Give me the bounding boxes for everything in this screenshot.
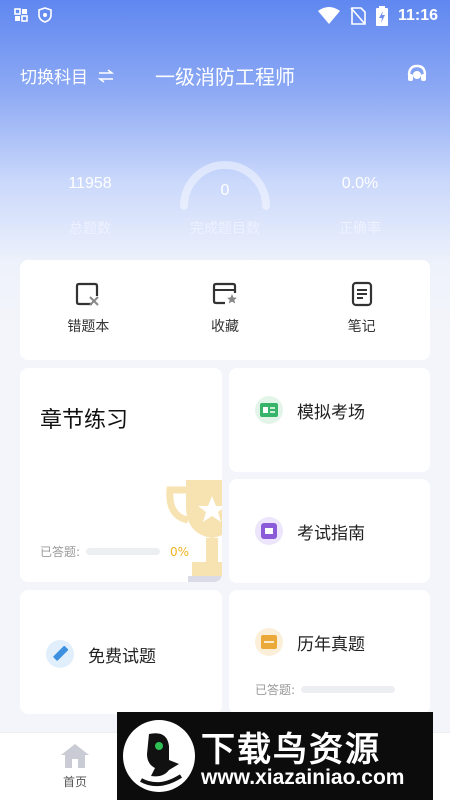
pencil-icon: [46, 640, 74, 668]
mock-exam-icon: [255, 396, 283, 424]
notes-label: 笔记: [347, 319, 376, 335]
total-questions-value: 11958: [68, 175, 112, 192]
mock-exam-card[interactable]: 模拟考场: [229, 368, 430, 472]
mock-exam-label: 模拟考场: [297, 402, 365, 423]
past-exams-progress-bar: [301, 686, 396, 693]
free-questions-label: 免费试题: [88, 646, 156, 667]
past-exams-progress: 已答题:: [255, 681, 396, 698]
no-sim-icon: [350, 7, 366, 25]
exam-guide-card[interactable]: 考试指南: [229, 479, 430, 583]
headset-icon: [407, 64, 427, 81]
free-questions-card[interactable]: 免费试题: [20, 590, 222, 714]
notes-button[interactable]: 笔记: [293, 260, 430, 360]
past-exams-label: 历年真题: [297, 634, 365, 655]
stats-panel: 11958 总题数 0 完成题目数 0.0% 正确率: [0, 140, 450, 240]
trophy-icon: [166, 480, 222, 582]
top-bar: 切换科目 一级消防工程师: [0, 58, 450, 94]
accuracy-label: 正确率: [339, 221, 381, 237]
chapter-progress-percent: 0%: [170, 544, 190, 559]
watermark-title: 下载鸟资源: [201, 730, 381, 770]
accuracy-value: 0.0%: [341, 175, 379, 192]
watermark-url: www.xiazainiao.com: [201, 766, 405, 789]
completed-questions-value: 0: [220, 182, 230, 199]
wrong-book-button[interactable]: 错题本: [20, 260, 157, 360]
wrong-book-label: 错题本: [67, 319, 110, 335]
page-title: 一级消防工程师: [155, 65, 295, 89]
status-bar: 11:16: [0, 0, 450, 32]
past-exams-answered-label: 已答题:: [255, 683, 296, 697]
nav-home-label: 首页: [62, 775, 87, 789]
chapter-progress: 已答题: 0%: [40, 543, 189, 560]
exam-guide-label: 考试指南: [297, 523, 365, 544]
wrong-book-icon: [76, 282, 100, 306]
completed-questions-label: 完成题目数: [190, 221, 260, 237]
chapter-answered-label: 已答题:: [40, 545, 81, 559]
notes-icon: [351, 281, 372, 307]
shield-icon: [38, 7, 52, 23]
quick-actions-card: 错题本 收藏 笔记: [20, 260, 430, 360]
chapter-progress-bar: [86, 548, 161, 555]
favorites-label: 收藏: [211, 319, 239, 335]
home-icon: [61, 744, 89, 768]
app-grid-icon: [14, 8, 28, 22]
favorites-button[interactable]: 收藏: [157, 260, 294, 360]
battery-charging-icon: [375, 6, 388, 26]
exam-guide-icon: [255, 517, 283, 545]
status-time: 11:16: [397, 7, 438, 24]
chapter-practice-title: 章节练习: [40, 408, 129, 433]
past-exams-icon: [255, 628, 283, 656]
nav-home-tab[interactable]: 首页: [50, 743, 100, 790]
watermark-banner: 下载鸟资源 www.xiazainiao.com: [117, 712, 433, 800]
chapter-practice-card[interactable]: 章节练习 已答题: 0%: [20, 368, 222, 582]
customer-service-button[interactable]: [406, 63, 428, 89]
total-questions-label: 总题数: [69, 221, 111, 237]
favorite-folder-icon: [212, 282, 237, 305]
wifi-icon: [317, 7, 340, 24]
past-exams-card[interactable]: 历年真题 已答题:: [229, 590, 430, 714]
bird-logo-icon: [123, 720, 195, 792]
